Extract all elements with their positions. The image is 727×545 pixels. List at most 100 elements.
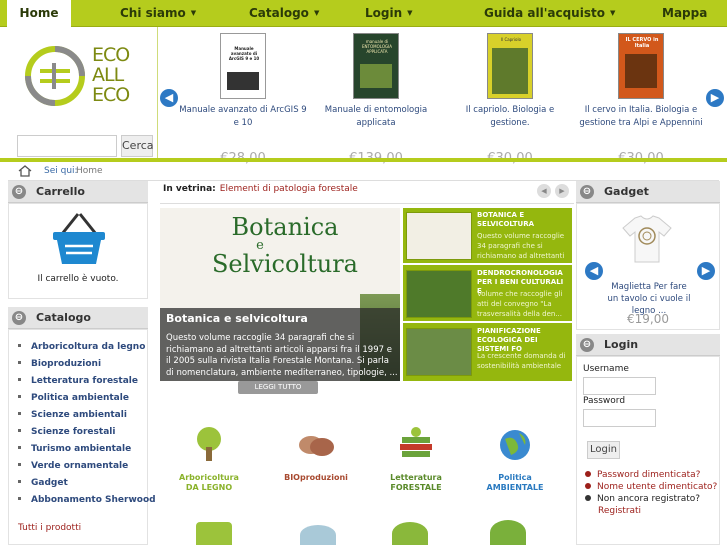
logo[interactable]: ECO ALL ECO (22, 43, 152, 113)
forgot-username-link[interactable]: Nome utente dimenticato? (585, 482, 717, 492)
cart-title: Carrello (36, 185, 85, 198)
category-label-line-1: Letteratura (390, 473, 442, 482)
catalog-item[interactable]: Politica ambientale (18, 390, 156, 407)
forgot-password-label: Password dimenticata? (597, 470, 701, 480)
bullet-icon (18, 463, 21, 466)
login-button[interactable]: Login (587, 441, 620, 459)
basket-icon (53, 213, 105, 264)
nav-login[interactable]: Login ▼ (365, 0, 413, 27)
carousel-prev-icon[interactable]: ◀ (160, 89, 178, 107)
showcase-side-item[interactable]: DENDROCRONOLOGIA PER I BENI CULTURALI E … (403, 266, 572, 323)
category-icon-partial[interactable] (392, 522, 428, 545)
catalog-item[interactable]: Abbonamento Sherwood (18, 492, 156, 509)
logo-line-3: ECO (92, 84, 130, 106)
category-icon-partial[interactable] (300, 525, 336, 545)
collapse-icon[interactable]: ⊖ (12, 185, 26, 199)
nav-catalogo[interactable]: Catalogo ▼ (249, 0, 319, 27)
catalog-item[interactable]: Arboricoltura da legno (18, 339, 156, 356)
carousel-next-icon[interactable]: ▶ (706, 89, 724, 107)
home-icon[interactable] (18, 165, 32, 177)
register-link[interactable]: Registrati (598, 506, 641, 516)
collapse-icon[interactable]: ⊖ (580, 185, 594, 199)
category-label: Arboricoltura DA LEGNO (164, 473, 254, 493)
top-navigation: Home Chi siamo ▼ Catalogo ▼ Login ▼ Guida a… (0, 0, 727, 27)
gadget-prev-icon[interactable]: ◀ (585, 262, 603, 280)
forgot-password-link[interactable]: Password dimenticata? (585, 470, 700, 480)
tshirt-icon[interactable] (621, 214, 673, 264)
catalog-header: ⊖ Catalogo (8, 307, 148, 329)
bullet-icon (18, 412, 21, 415)
chevron-down-icon: ▼ (609, 9, 616, 17)
catalog-item-label: Gadget (31, 478, 68, 488)
category-bioproduzioni[interactable]: BIOproduzioni (271, 425, 361, 483)
catalog-item[interactable]: Gadget (18, 475, 156, 492)
nav-guida[interactable]: Guida all'acquisto ▼ (484, 0, 615, 27)
collapse-icon[interactable]: ⊖ (12, 311, 26, 325)
feature-caption: Botanica e selvicoltura Questo volume ra… (160, 308, 400, 381)
carousel-product[interactable]: IL CERVO in Italia Il cervo in Italia. B… (576, 33, 706, 166)
login-title: Login (604, 338, 639, 351)
category-arboricoltura[interactable]: Arboricoltura DA LEGNO (164, 425, 254, 493)
bullet-icon (18, 378, 21, 381)
showcase-side-item[interactable]: PIANIFICAZIONE ECOLOGICA DEI SISTEMI FO … (403, 324, 572, 381)
collapse-icon[interactable]: ⊖ (580, 338, 594, 352)
catalog-item-label: Scienze forestali (31, 427, 116, 437)
books-icon (400, 427, 432, 457)
category-icon-partial[interactable] (490, 520, 526, 545)
catalog-item[interactable]: Letteratura forestale (18, 373, 156, 390)
showcase-prev-icon[interactable]: ◀ (537, 184, 551, 198)
cart-header: ⊖ Carrello (8, 181, 148, 203)
catalog-item-label: Abbonamento Sherwood (31, 495, 156, 505)
category-politica[interactable]: Politica AMBIENTALE (470, 425, 560, 493)
feature-cover-line-1: Botanica (231, 213, 339, 241)
read-all-button[interactable]: LEGGI TUTTO (238, 381, 318, 394)
search-button[interactable]: Cerca (121, 135, 154, 157)
gadget-next-icon[interactable]: ▶ (697, 262, 715, 280)
carousel-product[interactable]: Il Capriolo Il capriolo. Biologia e gest… (445, 33, 575, 166)
showcase-current[interactable]: Elementi di patologia forestale (220, 184, 358, 194)
cover-graphic (360, 64, 392, 88)
catalog-item[interactable]: Bioproduzioni (18, 356, 156, 373)
showcase-side-item[interactable]: BOTANICA E SELVICOLTURA Questo volume ra… (403, 208, 572, 265)
side-thumb (406, 328, 472, 376)
search-input[interactable] (17, 135, 117, 157)
showcase-next-icon[interactable]: ▶ (555, 184, 569, 198)
showcase-divider (160, 203, 574, 204)
carousel-product[interactable]: manuale di ENTOMOLOGIA APPLICATA Manuale… (311, 33, 441, 166)
catalog-item[interactable]: Scienze ambientali (18, 407, 156, 424)
side-thumb (406, 212, 472, 260)
mushroom-icon (299, 436, 334, 456)
nav-home[interactable]: Home (7, 0, 71, 27)
catalog-item[interactable]: Turismo ambientale (18, 441, 156, 458)
book-cover: Il Capriolo (487, 33, 533, 99)
carousel-product[interactable]: Manuale avanzato di ArcGIS 9 e 10 Manual… (178, 33, 308, 166)
feature-cover-text: Botanica e Selvicoltura (210, 214, 360, 278)
catalog-item[interactable]: Verde ornamentale (18, 458, 156, 475)
all-products-link[interactable]: Tutti i prodotti (18, 523, 81, 533)
logo-line-1: ECO (92, 44, 130, 66)
nav-mappa[interactable]: Mappa (662, 0, 707, 27)
header-divider (0, 158, 727, 162)
logo-line-2: ALL (92, 64, 124, 86)
cover-title: manuale di ENTOMOLOGIA APPLICATA (362, 39, 392, 54)
category-label: BIOproduzioni (271, 473, 361, 483)
logo-text: ECO ALL ECO (92, 44, 130, 106)
category-icon-partial[interactable] (196, 522, 232, 545)
side-thumb (406, 270, 472, 318)
nav-chi-siamo[interactable]: Chi siamo ▼ (120, 0, 196, 27)
breadcrumb-label: Sei qui: (44, 166, 78, 176)
bullet-icon (585, 495, 591, 501)
bullet-icon (18, 395, 21, 398)
bullet-icon (18, 497, 21, 500)
username-field[interactable] (583, 377, 656, 395)
product-name: Manuale avanzato di ArcGIS 9 e 10 (179, 105, 307, 128)
gadget-title: Gadget (604, 185, 649, 198)
catalog-item[interactable]: Scienze forestali (18, 424, 156, 441)
category-letteratura[interactable]: Letteratura FORESTALE (371, 425, 461, 493)
book-cover: manuale di ENTOMOLOGIA APPLICATA (353, 33, 399, 99)
username-label: Username (583, 364, 629, 374)
password-field[interactable] (583, 409, 656, 427)
cover-title: Il Capriolo (500, 37, 522, 42)
chevron-down-icon: ▼ (190, 9, 197, 17)
category-label-line-1: Politica (498, 473, 532, 482)
